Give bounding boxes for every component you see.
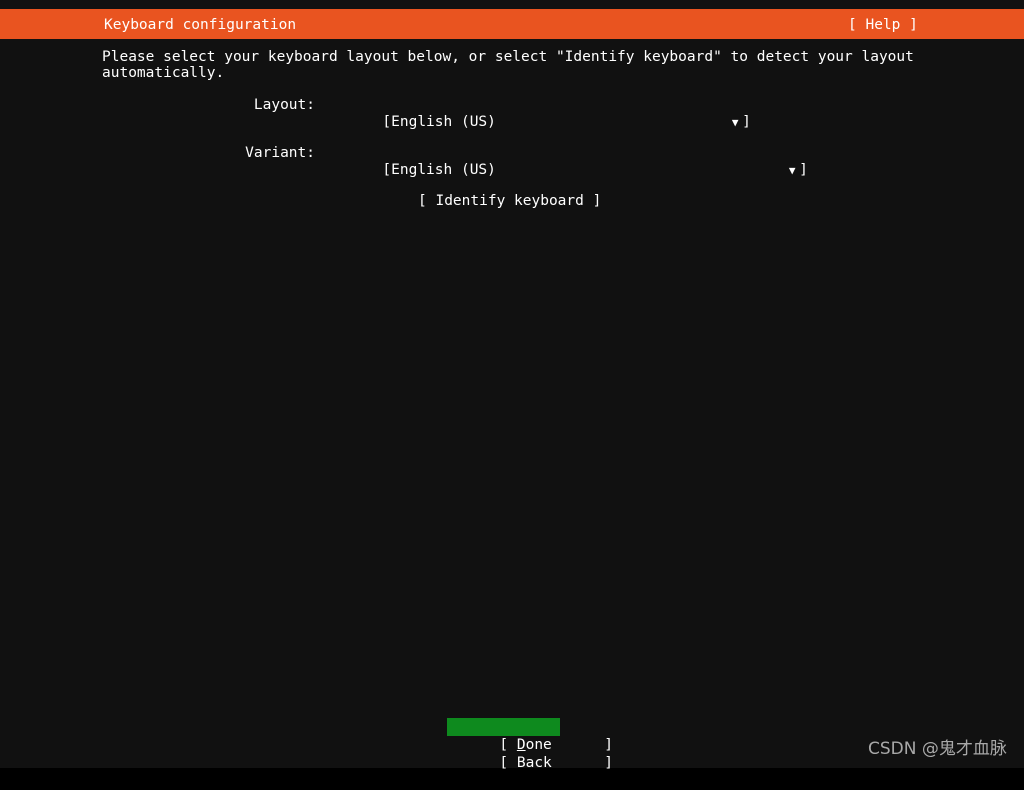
back-bracket-open: [	[499, 755, 516, 771]
layout-dropdown[interactable]: [English (US)▼]	[330, 97, 751, 148]
header-bar: Keyboard configuration [ Help ]	[0, 9, 1024, 39]
variant-bracket-close: ]	[799, 162, 808, 178]
variant-value: English (US)	[391, 162, 785, 179]
variant-dropdown[interactable]: [English (US)▼]	[330, 145, 808, 196]
back-accelerator: B	[517, 755, 526, 771]
layout-bracket-open: [	[382, 114, 391, 130]
chevron-down-icon: ▼	[785, 162, 799, 179]
layout-label: Layout:	[232, 97, 315, 114]
page-title: Keyboard configuration	[104, 17, 296, 33]
back-padding	[552, 755, 604, 771]
layout-value: English (US)	[391, 114, 728, 131]
watermark: CSDN @鬼才血脉	[868, 738, 1007, 760]
help-button[interactable]: [ Help ]	[848, 17, 918, 33]
done-bracket-open: [	[499, 737, 516, 753]
back-bracket-close: ]	[604, 755, 613, 771]
identify-keyboard-button[interactable]: [ Identify keyboard ]	[418, 193, 601, 210]
top-strip	[0, 0, 1024, 9]
instructions-text: Please select your keyboard layout below…	[102, 49, 922, 81]
done-bracket-close: ]	[604, 737, 613, 753]
variant-label: Variant:	[232, 145, 315, 162]
layout-row: Layout: [English (US)▼]	[0, 97, 35, 114]
done-button[interactable]: [ Done ]	[447, 718, 560, 736]
variant-bracket-open: [	[382, 162, 391, 178]
done-accelerator: D	[517, 737, 526, 753]
installer-screen: Keyboard configuration [ Help ] Please s…	[0, 0, 1024, 768]
chevron-down-icon: ▼	[728, 114, 742, 131]
footer-buttons: [ Done ] [ Back ]	[447, 718, 560, 754]
done-label: one	[526, 737, 552, 753]
back-label: ack	[526, 755, 552, 771]
variant-row: Variant: [English (US)▼]	[0, 145, 35, 162]
done-padding	[552, 737, 604, 753]
layout-bracket-close: ]	[742, 114, 751, 130]
